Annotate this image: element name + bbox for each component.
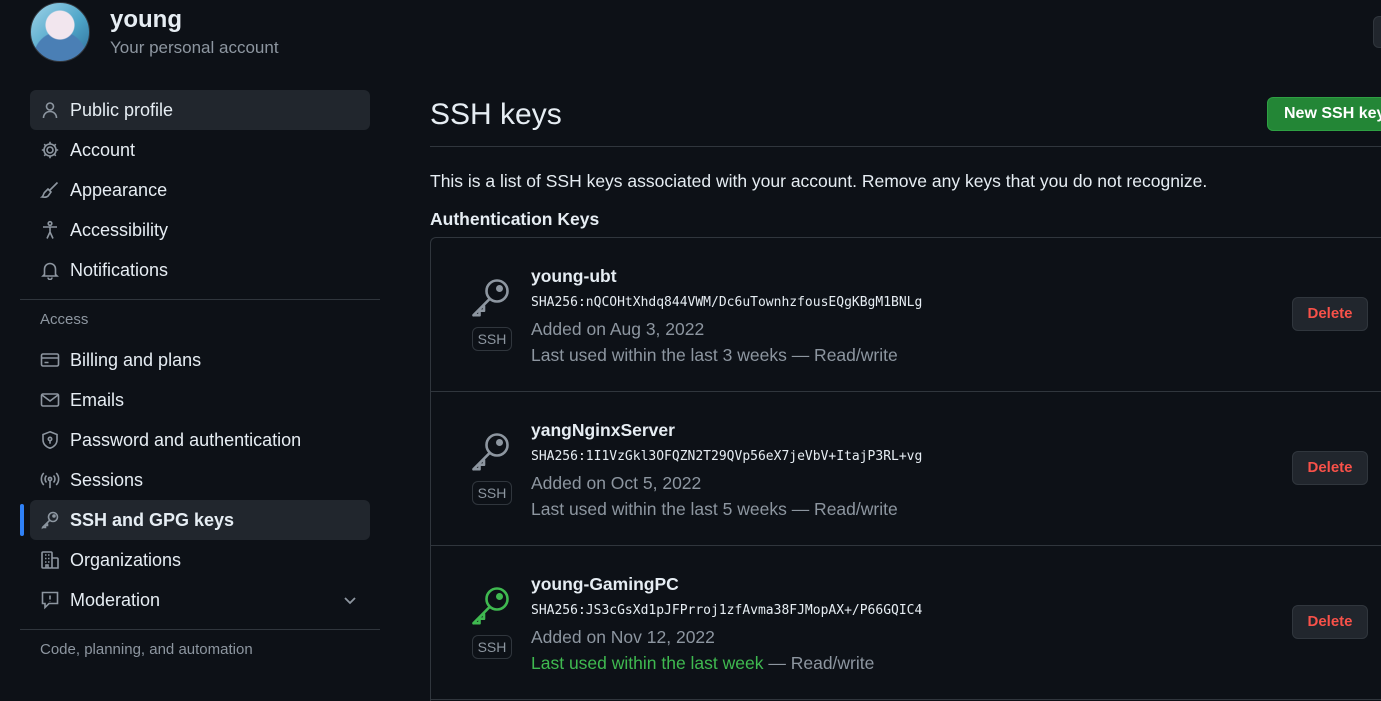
sidebar-item-password[interactable]: Password and authentication (30, 420, 370, 460)
title-divider (430, 146, 1381, 147)
key-icon (470, 584, 512, 628)
key-fingerprint: SHA256:nQCOHtXhdq844VWM/Dc6uTownhzfousEQ… (531, 295, 923, 310)
key-icon (40, 510, 60, 530)
sidebar-item-appearance[interactable]: Appearance (30, 170, 370, 210)
sidebar-item-label: Public profile (70, 99, 174, 120)
sidebar-item-billing[interactable]: Billing and plans (30, 340, 370, 380)
delete-button[interactable]: Delete (1292, 605, 1368, 639)
sidebar-item-emails[interactable]: Emails (30, 380, 370, 420)
account-name[interactable]: young (110, 6, 182, 34)
sidebar-item-label: Organizations (70, 549, 182, 570)
last-used-recent: Last used within the last week (531, 653, 764, 673)
key-title: young-ubt (531, 266, 617, 286)
go-to-profile-button[interactable] (1373, 16, 1381, 48)
sidebar-item-label: Sessions (70, 469, 144, 490)
key-added-date: Added on Oct 5, 2022 (531, 473, 702, 493)
sidebar-item-label: Accessibility (70, 219, 169, 240)
mail-icon (40, 390, 60, 410)
ssh-key-list: SSH young-ubt SHA256:nQCOHtXhdq844VWM/Dc… (430, 237, 1381, 701)
list-item: SSH yangNginxServer SHA256:1I1VzGkl3OFQZ… (431, 392, 1381, 546)
sidebar-divider (20, 299, 380, 300)
ssh-badge: SSH (472, 635, 512, 659)
key-last-used: Last used within the last week — Read/wr… (531, 653, 874, 674)
sidebar-item-notifications[interactable]: Notifications (30, 250, 370, 290)
section-title: Authentication Keys (430, 209, 600, 229)
chevron-down-icon[interactable] (342, 592, 358, 608)
sidebar-item-label: Billing and plans (70, 349, 202, 370)
account-subtitle: Your personal account (110, 38, 279, 57)
key-last-used: Last used within the last 5 weeks — Read… (531, 499, 898, 519)
new-ssh-key-button[interactable]: New SSH key (1267, 97, 1381, 131)
sidebar-item-account[interactable]: Account (30, 130, 370, 170)
gear-icon (40, 140, 60, 160)
sidebar-item-label: Appearance (70, 179, 168, 200)
key-title: yangNginxServer (531, 420, 675, 440)
sidebar-group-access: Access (40, 311, 89, 328)
last-used-access: — Read/write (763, 653, 875, 673)
sidebar-group-code-planning: Code, planning, and automation (40, 641, 253, 658)
list-item: SSH young-ubt SHA256:nQCOHtXhdq844VWM/Dc… (431, 238, 1381, 392)
ssh-badge: SSH (472, 327, 512, 351)
key-icon (470, 276, 512, 320)
key-fingerprint: SHA256:1I1VzGkl3OFQZN2T29QVp56eX7jeVbV+I… (531, 449, 923, 464)
sidebar-item-sessions[interactable]: Sessions (30, 460, 370, 500)
sidebar-item-label: Password and authentication (70, 429, 302, 450)
broadcast-icon (40, 470, 60, 490)
settings-page: young Your personal account Public profi… (0, 0, 1381, 701)
organization-icon (40, 550, 60, 570)
key-fingerprint: SHA256:JS3cGsXd1pJFPrroj1zfAvma38FJMopAX… (531, 603, 923, 618)
sidebar-item-label: SSH and GPG keys (70, 509, 235, 530)
settings-sidebar: Public profile Account Appearance Access… (20, 90, 380, 670)
key-last-used: Last used within the last 3 weeks — Read… (531, 345, 898, 365)
key-added-date: Added on Aug 3, 2022 (531, 319, 705, 339)
sidebar-divider (20, 629, 380, 630)
key-added-date: Added on Nov 12, 2022 (531, 627, 715, 647)
sidebar-item-ssh-gpg-keys[interactable]: SSH and GPG keys (20, 500, 370, 540)
sidebar-item-organizations[interactable]: Organizations (30, 540, 370, 580)
sidebar-item-label: Emails (70, 389, 125, 410)
sidebar-item-moderation[interactable]: Moderation (30, 580, 370, 620)
intro-text: This is a list of SSH keys associated wi… (430, 171, 1208, 191)
accessibility-icon (40, 220, 60, 240)
sidebar-item-label: Account (70, 139, 136, 160)
person-icon (40, 100, 60, 120)
paintbrush-icon (40, 180, 60, 200)
sidebar-item-accessibility[interactable]: Accessibility (30, 210, 370, 250)
key-icon (470, 430, 512, 474)
shield-lock-icon (40, 430, 60, 450)
page-title: SSH keys (430, 98, 562, 131)
report-icon (40, 590, 60, 610)
key-title: young-GamingPC (531, 574, 679, 594)
delete-button[interactable]: Delete (1292, 297, 1368, 331)
bell-icon (40, 260, 60, 280)
sidebar-item-public-profile[interactable]: Public profile (30, 90, 370, 130)
credit-card-icon (40, 350, 60, 370)
delete-button[interactable]: Delete (1292, 451, 1368, 485)
sidebar-item-label: Notifications (70, 259, 169, 280)
ssh-badge: SSH (472, 481, 512, 505)
sidebar-item-label: Moderation (70, 589, 161, 610)
avatar[interactable] (30, 2, 90, 62)
list-item: SSH young-GamingPC SHA256:JS3cGsXd1pJFPr… (431, 546, 1381, 700)
